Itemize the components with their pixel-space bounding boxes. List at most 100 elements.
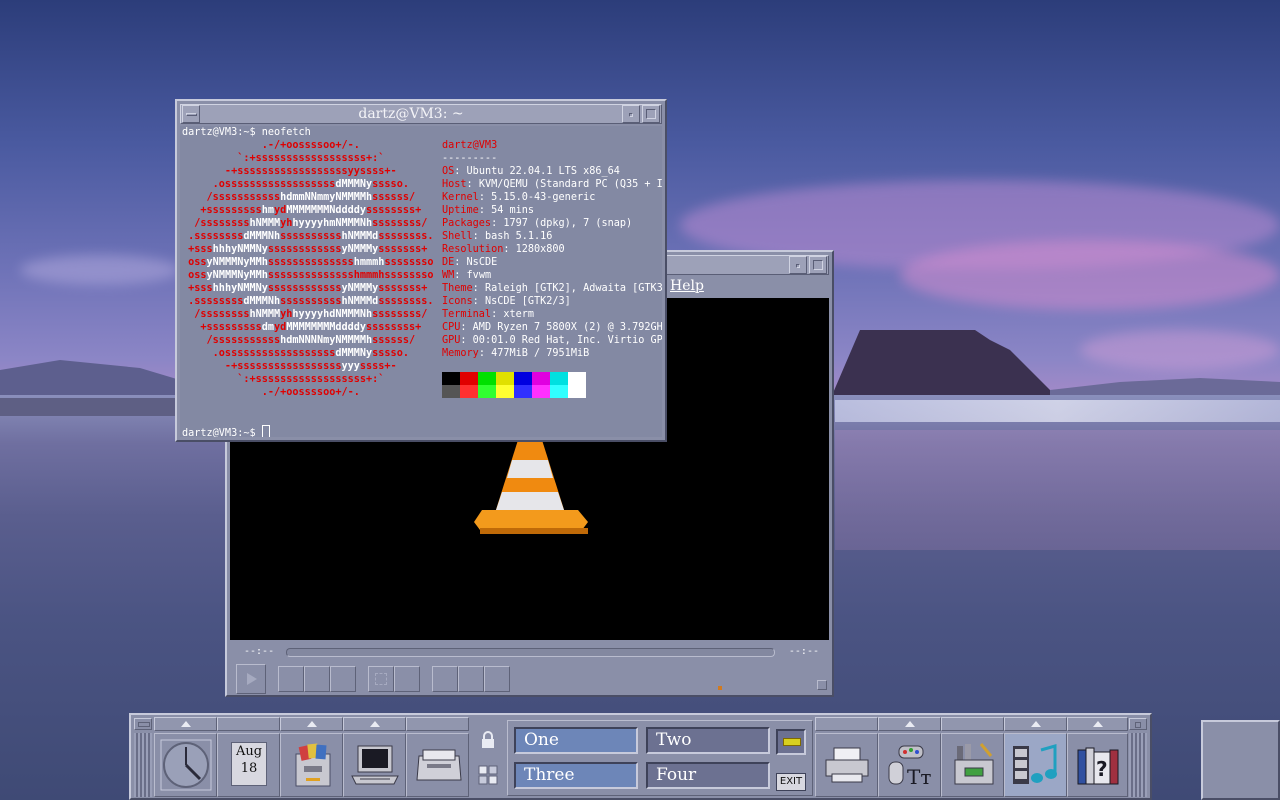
minimize-button[interactable] [622,105,640,123]
panel-minimize-handle[interactable] [1129,718,1147,730]
subpanel-tab-calendar[interactable] [217,717,280,731]
playlist-button[interactable] [432,666,458,692]
terminal-window[interactable]: dartz@VM3: ~ dartz@VM3:~$ neofetch .-/+o… [175,99,667,442]
seek-bar-row: --:-- --:-- [230,642,829,662]
arrow-up-icon [180,721,191,727]
toolbox-icon [954,743,994,785]
clock-launcher[interactable] [154,733,217,797]
vlc-cone-icon [474,440,588,534]
terminal-output[interactable]: dartz@VM3:~$ neofetch .-/+oossssoo+/-. `… [180,126,662,437]
mail-launcher[interactable] [406,733,469,797]
info-value: : Ubuntu 22.04.1 LTS x86_64 [454,166,620,177]
info-key: OS [442,166,455,177]
menu-help[interactable]: Help [670,278,704,294]
color-palette [442,372,586,398]
exit-button[interactable]: EXIT [776,773,806,791]
info-value: : NsCDE [454,257,498,268]
maximize-button[interactable] [642,105,660,123]
printer-launcher[interactable] [815,733,878,797]
fullscreen-icon [375,673,387,685]
subpanel-tab-style[interactable] [878,717,941,731]
arrow-up-icon [1092,721,1103,727]
info-key: Packages [442,218,492,229]
arrow-up-icon [1030,721,1041,727]
stop-button[interactable] [304,666,330,692]
info-key: WM [442,270,455,281]
calendar-day: 18 [240,761,258,776]
fullscreen-button[interactable] [368,666,394,692]
subpanel-tab-help[interactable] [1067,717,1128,731]
tools-launcher[interactable] [941,733,1004,797]
info-key: Theme [442,283,473,294]
cloud [900,240,1280,310]
media-player-icon [1013,744,1057,784]
color-swatch [478,372,496,385]
color-swatch [496,385,514,398]
workspace-one[interactable]: One [514,727,638,754]
maximize-button[interactable] [809,256,827,274]
icon-box[interactable] [1201,720,1280,800]
info-key: Uptime [442,205,479,216]
loop-button[interactable] [458,666,484,692]
color-swatch [442,385,460,398]
info-key: Resolution [442,244,504,255]
subpanel-tab-clock[interactable] [154,717,217,731]
lock-icon [482,731,494,748]
panel-menu-handle[interactable] [134,718,152,730]
color-swatch [496,372,514,385]
color-swatch [514,385,532,398]
play-icon [247,673,257,685]
reflection [835,430,1280,550]
panel-minimize-icon [1135,722,1141,728]
window-list-button[interactable] [476,763,500,787]
panel-drag-handle-right[interactable] [1129,733,1147,797]
calendar-launcher[interactable]: Aug 18 [217,733,280,797]
info-key: Memory [442,348,479,359]
terminal-titlebar[interactable]: dartz@VM3: ~ [180,104,662,124]
info-value: : fvwm [454,270,492,281]
subpanel-tab-printer[interactable] [815,717,878,731]
subpanel-tab-tools[interactable] [941,717,1004,731]
info-key: Kernel [442,192,479,203]
file-manager-launcher[interactable] [280,733,343,797]
busy-light [776,729,806,755]
palette-row [442,372,586,385]
prompt: dartz@VM3:~$ [182,428,262,437]
next-button[interactable] [330,666,356,692]
minimize-button[interactable] [789,256,807,274]
separator: --------- [442,153,498,164]
workspace-three[interactable]: Three [514,762,638,789]
shuffle-button[interactable] [484,666,510,692]
info-value: : KVM/QEMU (Standard PC (Q35 + I [466,179,662,190]
resize-grip[interactable] [817,680,827,690]
lock-screen-button[interactable] [476,729,500,753]
minimize-icon [629,113,633,117]
workspace-two[interactable]: Two [646,727,770,754]
media-launcher[interactable] [1004,733,1067,797]
info-value: : 00:01.0 Red Hat, Inc. Virtio GP [460,335,662,346]
seek-slider[interactable] [286,648,775,657]
window-grid-icon [478,765,498,785]
subpanel-tab-mail[interactable] [406,717,469,731]
subpanel-tab-files[interactable] [280,717,343,731]
style-manager-launcher[interactable]: Tт [878,733,941,797]
info-value: : 54 mins [478,205,535,216]
window-menu-button[interactable] [182,105,200,123]
terminal-launcher[interactable] [343,733,406,797]
previous-button[interactable] [278,666,304,692]
color-swatch [514,372,532,385]
info-key: DE [442,257,455,268]
time-total: --:-- [788,646,819,657]
play-button[interactable] [236,664,266,694]
extended-settings-button[interactable] [394,666,420,692]
workspace-four[interactable]: Four [646,762,770,789]
help-books-icon: ? [1077,747,1119,785]
panel-drag-handle-left[interactable] [134,733,152,797]
arrow-up-icon [306,721,317,727]
help-launcher[interactable]: ? [1067,733,1128,797]
subpanel-tab-media[interactable] [1004,717,1067,731]
info-key: Icons [442,296,473,307]
subpanel-tab-apps[interactable] [343,717,406,731]
volume-indicator[interactable] [718,686,722,690]
info-value: : NsCDE [GTK2/3] [472,296,571,307]
